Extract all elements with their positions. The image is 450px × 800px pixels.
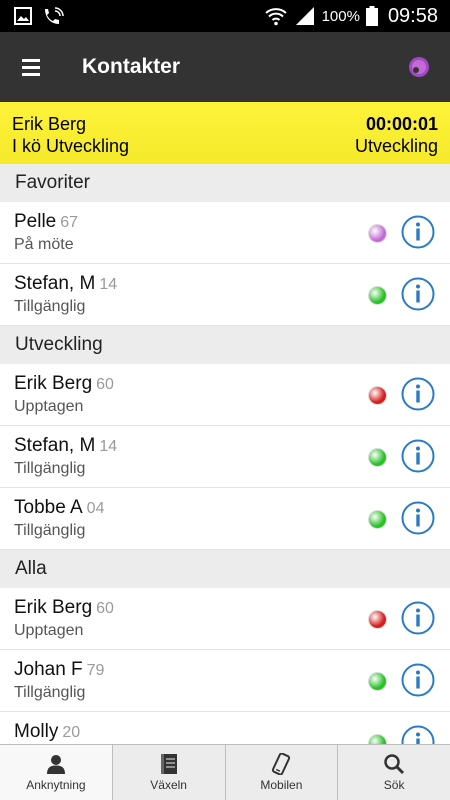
app-bar: Kontakter [0, 32, 450, 102]
contact-name: Molly [14, 721, 59, 742]
mobile-icon [272, 753, 291, 775]
wifi-call-icon [45, 7, 64, 24]
search-icon [384, 754, 405, 775]
contact-name: Erik Berg [14, 597, 93, 618]
section-header-favoriter: Favoriter [0, 164, 450, 202]
tab-mobilen[interactable]: Mobilen [226, 745, 339, 800]
active-call-banner[interactable]: Erik Berg I kö Utveckling 00:00:01 Utvec… [0, 102, 450, 164]
contact-extension: 60 [96, 600, 114, 617]
status-dot [369, 287, 386, 304]
menu-icon[interactable] [16, 49, 52, 85]
status-dot [369, 673, 386, 690]
tab-label: Sök [383, 778, 405, 792]
contact-row[interactable]: Pelle 67 På möte [0, 202, 450, 264]
section-header-utveckling: Utveckling [0, 326, 450, 364]
contact-status: Tillgänglig [14, 298, 86, 315]
contact-row[interactable]: Molly 20 [0, 712, 450, 744]
info-icon[interactable] [401, 377, 435, 411]
contact-name: Tobbe A [14, 497, 83, 518]
status-dot [369, 511, 386, 528]
tab-label: Mobilen [260, 778, 303, 792]
clock: 09:58 [387, 4, 438, 27]
contact-name: Johan F [14, 659, 83, 680]
tab-anknytning[interactable]: Anknytning [0, 745, 113, 800]
contact-extension: 20 [62, 724, 81, 741]
call-timer: 00:00:01 [365, 114, 438, 134]
status-dot [369, 387, 386, 404]
contact-row[interactable]: Johan F 79 Tillgänglig [0, 650, 450, 712]
info-icon[interactable] [401, 501, 435, 535]
switchboard-icon [160, 754, 177, 774]
status-bar: 100% 09:58 [0, 0, 450, 32]
contact-name: Erik Berg [14, 373, 93, 394]
contact-status: Tillgänglig [14, 522, 86, 539]
call-department: Utveckling [354, 136, 438, 156]
info-icon[interactable] [401, 663, 435, 697]
contact-row[interactable]: Erik Berg 60 Upptagen [0, 588, 450, 650]
tab-sok[interactable]: Sök [338, 745, 450, 800]
contact-list[interactable]: Favoriter Pelle 67 På möte Stefan, M 14 Ti… [0, 164, 450, 744]
contact-extension: 67 [60, 214, 79, 231]
contact-name: Stefan, M [14, 435, 96, 456]
bottom-navigation: Anknytning Växeln Mobilen Sök [0, 744, 450, 800]
wifi-icon [264, 8, 287, 26]
presence-status-icon[interactable] [408, 56, 430, 78]
contact-status: Tillgänglig [14, 684, 86, 701]
battery-icon [365, 6, 378, 26]
contact-row[interactable]: Tobbe A 04 Tillgänglig [0, 488, 450, 550]
tab-label: Anknytning [26, 778, 86, 792]
person-icon [46, 755, 65, 774]
page-title: Kontakter [82, 55, 181, 78]
contact-name: Pelle [14, 211, 57, 232]
contact-extension: 04 [86, 500, 105, 517]
contact-extension: 60 [96, 376, 114, 393]
contact-row[interactable]: Stefan, M 14 Tillgänglig [0, 426, 450, 488]
contact-status: Upptagen [14, 398, 84, 415]
contact-extension: 14 [99, 276, 118, 293]
contact-extension: 79 [86, 662, 105, 679]
status-dot [369, 225, 386, 242]
status-dot [369, 611, 386, 628]
caller-name: Erik Berg [12, 114, 87, 134]
status-dot [369, 449, 386, 466]
info-icon[interactable] [401, 215, 435, 249]
contact-status: På möte [14, 236, 74, 253]
info-icon[interactable] [401, 439, 435, 473]
contact-row[interactable]: Stefan, M 14 Tillgänglig [0, 264, 450, 326]
image-notification-icon [14, 7, 32, 25]
signal-icon [295, 7, 314, 25]
contact-extension: 14 [99, 438, 118, 455]
info-icon[interactable] [401, 601, 435, 635]
tab-vaxeln[interactable]: Växeln [113, 745, 226, 800]
tab-label: Växeln [150, 778, 187, 792]
info-icon[interactable] [401, 277, 435, 311]
contact-name: Stefan, M [14, 273, 96, 294]
status-dot [369, 735, 386, 744]
section-header-alla: Alla [0, 550, 450, 588]
call-queue: I kö Utveckling [12, 136, 130, 156]
contact-row[interactable]: Erik Berg 60 Upptagen [0, 364, 450, 426]
info-icon[interactable] [401, 725, 435, 744]
battery-percent: 100% [321, 7, 360, 25]
contact-status: Tillgänglig [14, 460, 86, 477]
contact-status: Upptagen [14, 622, 84, 639]
